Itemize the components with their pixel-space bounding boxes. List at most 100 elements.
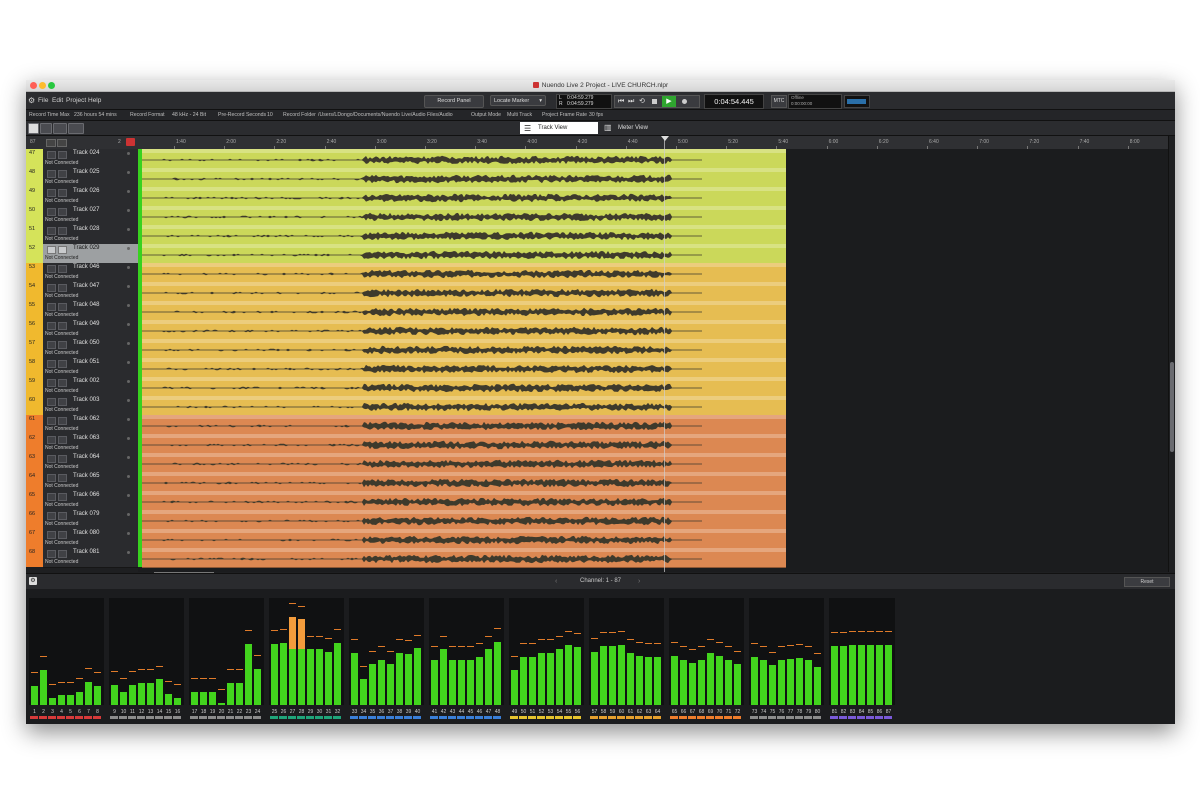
pre-record-value[interactable]: 10 [267,110,273,120]
channel-number[interactable]: 33 [350,709,359,715]
track-lane[interactable] [138,263,1168,283]
audio-event[interactable] [142,358,786,378]
record-arm-icon[interactable] [127,323,130,326]
track-header[interactable]: Track 029 Not Connected [43,244,138,264]
track-header[interactable]: Track 051 Not Connected [43,358,138,378]
track-row[interactable]: 61 Track 062 Not Connected [26,415,1168,435]
channel-number[interactable]: 55 [564,709,573,715]
channel-number[interactable]: 53 [546,709,555,715]
channel-number[interactable]: 87 [884,709,893,715]
channel-number[interactable]: 24 [253,709,262,715]
solo-button[interactable] [58,417,67,425]
track-name[interactable]: Track 029 [73,245,99,251]
track-name[interactable]: Track 049 [73,321,99,327]
record-format-value[interactable]: 48 kHz - 24 Bit [172,110,206,120]
channel-number[interactable]: 12 [137,709,146,715]
channel-number[interactable]: 77 [786,709,795,715]
channel-number[interactable]: 48 [493,709,502,715]
track-row[interactable]: 52 Track 029 Not Connected [26,244,1168,264]
channel-number[interactable]: 21 [226,709,235,715]
record-arm-icon[interactable] [127,190,130,193]
track-lane[interactable] [138,206,1168,226]
mute-button[interactable] [47,379,56,387]
track-row[interactable]: 55 Track 048 Not Connected [26,301,1168,321]
solo-button[interactable] [58,531,67,539]
menu-help[interactable]: Help [88,92,101,109]
mute-button[interactable] [47,170,56,178]
channel-number[interactable]: 4 [57,709,66,715]
mute-button[interactable] [47,512,56,520]
fit-tracks-icon[interactable] [68,123,84,134]
solo-button[interactable] [58,208,67,216]
track-lane[interactable] [138,358,1168,378]
stop-icon[interactable] [652,99,657,104]
channel-number[interactable]: 46 [475,709,484,715]
audio-event[interactable] [142,510,786,530]
solo-button[interactable] [58,227,67,235]
track-header[interactable]: Track 027 Not Connected [43,206,138,226]
channel-number[interactable]: 7 [84,709,93,715]
channel-number[interactable]: 8 [93,709,102,715]
audio-event[interactable] [142,206,786,226]
playhead-cursor[interactable] [664,136,665,572]
channel-number[interactable]: 28 [297,709,306,715]
track-name[interactable]: Track 063 [73,435,99,441]
solo-button[interactable] [58,360,67,368]
track-row[interactable]: 65 Track 066 Not Connected [26,491,1168,511]
channel-number[interactable]: 25 [270,709,279,715]
solo-button[interactable] [58,170,67,178]
tab-meter-view[interactable]: ▥ Meter View [600,122,678,134]
channel-number[interactable]: 45 [466,709,475,715]
record-arm-icon[interactable] [127,380,130,383]
channel-number[interactable]: 57 [590,709,599,715]
channel-number[interactable]: 10 [119,709,128,715]
channel-number[interactable]: 19 [208,709,217,715]
track-lane[interactable] [138,187,1168,207]
channel-number[interactable]: 26 [279,709,288,715]
track-header[interactable]: Track 025 Not Connected [43,168,138,188]
audio-event[interactable] [142,529,786,549]
record-arm-icon[interactable] [127,285,130,288]
audio-event[interactable] [142,548,786,568]
monitor-all-icon[interactable] [46,139,56,147]
mute-button[interactable] [47,284,56,292]
channel-number[interactable]: 82 [839,709,848,715]
record-arm-icon[interactable] [127,551,130,554]
solo-button[interactable] [58,550,67,558]
track-lane[interactable] [138,244,1168,264]
mute-button[interactable] [47,322,56,330]
track-name[interactable]: Track 051 [73,359,99,365]
record-arm-icon[interactable] [127,171,130,174]
solo-button[interactable] [58,246,67,254]
record-arm-icon[interactable] [127,513,130,516]
track-header[interactable]: Track 046 Not Connected [43,263,138,283]
track-name[interactable]: Track 047 [73,283,99,289]
record-folder-value[interactable]: /Users/LDongo/Documents/Nuendo Live/Audi… [318,110,453,120]
track-lane[interactable] [138,301,1168,321]
channel-number[interactable]: 43 [448,709,457,715]
track-header[interactable]: Track 003 Not Connected [43,396,138,416]
playhead-marker-icon[interactable] [661,136,669,141]
channel-number[interactable]: 81 [830,709,839,715]
mute-button[interactable] [47,265,56,273]
channel-number[interactable]: 30 [315,709,324,715]
time-display[interactable]: 0:04:54.445 [704,94,764,109]
track-header[interactable]: Track 063 Not Connected [43,434,138,454]
track-name[interactable]: Track 066 [73,492,99,498]
track-row[interactable]: 51 Track 028 Not Connected [26,225,1168,245]
channel-number[interactable]: 15 [164,709,173,715]
channel-number[interactable]: 66 [679,709,688,715]
menu-project[interactable]: Project [66,92,86,109]
audio-event[interactable] [142,244,786,264]
channel-number[interactable]: 42 [439,709,448,715]
mute-button[interactable] [47,227,56,235]
track-row[interactable]: 66 Track 079 Not Connected [26,510,1168,530]
track-lane[interactable] [138,434,1168,454]
channel-number[interactable]: 71 [724,709,733,715]
track-row[interactable]: 59 Track 002 Not Connected [26,377,1168,397]
channel-number[interactable]: 74 [759,709,768,715]
record-arm-icon[interactable] [127,247,130,250]
channel-number[interactable]: 22 [235,709,244,715]
track-header[interactable]: Track 026 Not Connected [43,187,138,207]
audio-event[interactable] [142,320,786,340]
